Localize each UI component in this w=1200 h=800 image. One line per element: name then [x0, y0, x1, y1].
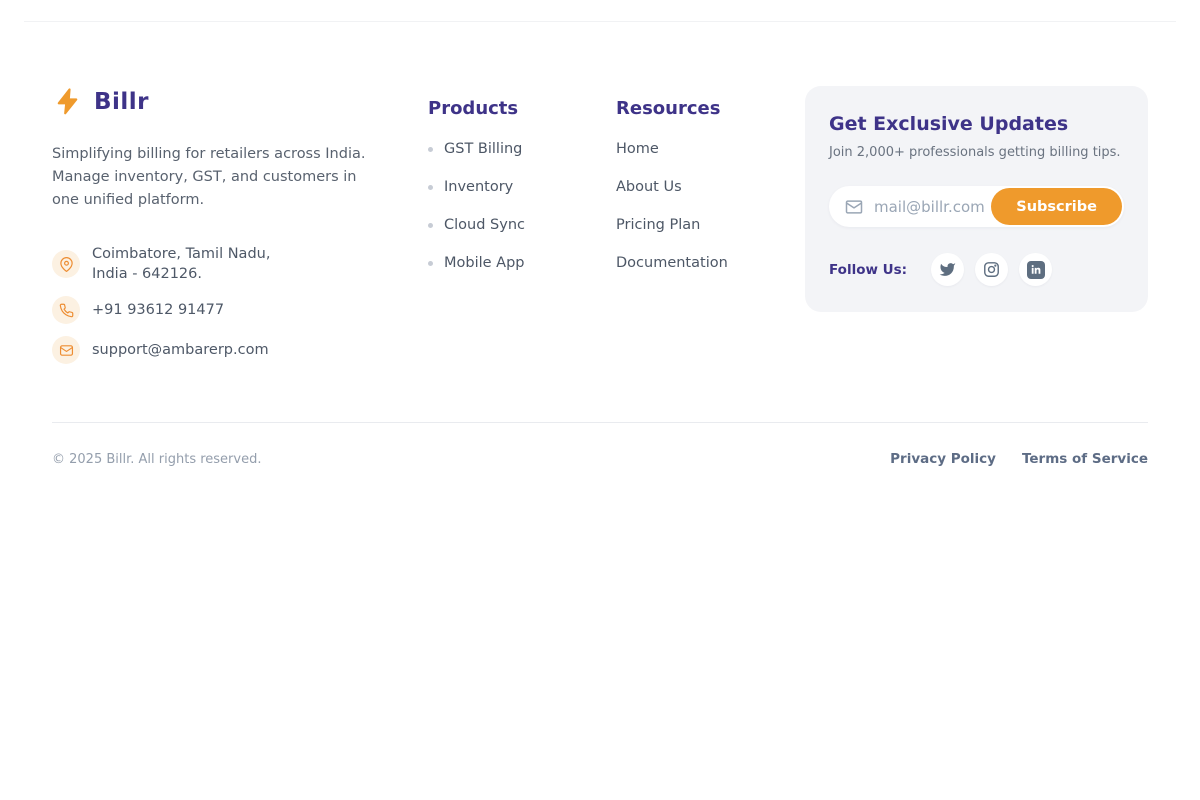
- resources-link-documentation[interactable]: Documentation: [616, 255, 805, 271]
- email-text[interactable]: support@ambarerp.com: [92, 340, 269, 360]
- address-text: Coimbatore, Tamil Nadu, India - 642126.: [92, 244, 270, 284]
- linkedin-icon[interactable]: [1019, 253, 1052, 286]
- copyright-text: © 2025 Billr. All rights reserved.: [52, 452, 261, 467]
- newsletter-subtitle: Join 2,000+ professionals getting billin…: [829, 145, 1124, 160]
- newsletter-card: Get Exclusive Updates Join 2,000+ profes…: [805, 86, 1148, 312]
- footer-main: Billr Simplifying billing for retailers …: [0, 22, 1200, 364]
- twitter-icon[interactable]: [931, 253, 964, 286]
- contact-address: Coimbatore, Tamil Nadu, India - 642126.: [52, 244, 428, 284]
- bullet-dot: [428, 261, 433, 266]
- products-link-cloud-sync[interactable]: Cloud Sync: [428, 217, 616, 233]
- brand-name: Billr: [94, 89, 149, 115]
- subscribe-form: Subscribe: [829, 186, 1124, 227]
- privacy-policy-link[interactable]: Privacy Policy: [890, 451, 996, 467]
- footer-bottom: © 2025 Billr. All rights reserved. Priva…: [0, 423, 1200, 467]
- contact-email: support@ambarerp.com: [52, 336, 428, 364]
- mail-icon: [52, 336, 80, 364]
- brand-tagline: Simplifying billing for retailers across…: [52, 143, 368, 212]
- resources-link-home[interactable]: Home: [616, 141, 805, 157]
- phone-icon: [52, 296, 80, 324]
- resources-column: Resources Home About Us Pricing Plan Doc…: [616, 86, 805, 271]
- products-title: Products: [428, 98, 616, 119]
- instagram-icon[interactable]: [975, 253, 1008, 286]
- resources-title: Resources: [616, 98, 805, 119]
- bullet-dot: [428, 185, 433, 190]
- resources-list: Home About Us Pricing Plan Documentation: [616, 141, 805, 271]
- newsletter-title: Get Exclusive Updates: [829, 113, 1124, 135]
- lightning-bolt-icon: [52, 86, 83, 117]
- phone-text[interactable]: +91 93612 91477: [92, 300, 224, 320]
- social-row: Follow Us:: [829, 253, 1124, 286]
- terms-of-service-link[interactable]: Terms of Service: [1022, 451, 1148, 467]
- mail-icon: [844, 197, 864, 217]
- resources-link-about-us[interactable]: About Us: [616, 179, 805, 195]
- resources-link-pricing-plan[interactable]: Pricing Plan: [616, 217, 805, 233]
- products-link-gst-billing[interactable]: GST Billing: [428, 141, 616, 157]
- legal-links: Privacy Policy Terms of Service: [890, 451, 1148, 467]
- follow-us-label: Follow Us:: [829, 262, 907, 278]
- contact-phone: +91 93612 91477: [52, 296, 428, 324]
- contact-list: Coimbatore, Tamil Nadu, India - 642126. …: [52, 244, 428, 364]
- products-list: GST Billing Inventory Cloud Sync Mobile …: [428, 141, 616, 271]
- bullet-dot: [428, 223, 433, 228]
- products-link-mobile-app[interactable]: Mobile App: [428, 255, 616, 271]
- brand-column: Billr Simplifying billing for retailers …: [52, 86, 428, 364]
- linkedin-badge: [1027, 261, 1045, 279]
- subscribe-button[interactable]: Subscribe: [991, 188, 1122, 225]
- map-pin-icon: [52, 250, 80, 278]
- products-column: Products GST Billing Inventory Cloud Syn…: [428, 86, 616, 271]
- site-footer: Billr Simplifying billing for retailers …: [0, 22, 1200, 467]
- brand-logo: Billr: [52, 86, 428, 117]
- products-link-inventory[interactable]: Inventory: [428, 179, 616, 195]
- bullet-dot: [428, 147, 433, 152]
